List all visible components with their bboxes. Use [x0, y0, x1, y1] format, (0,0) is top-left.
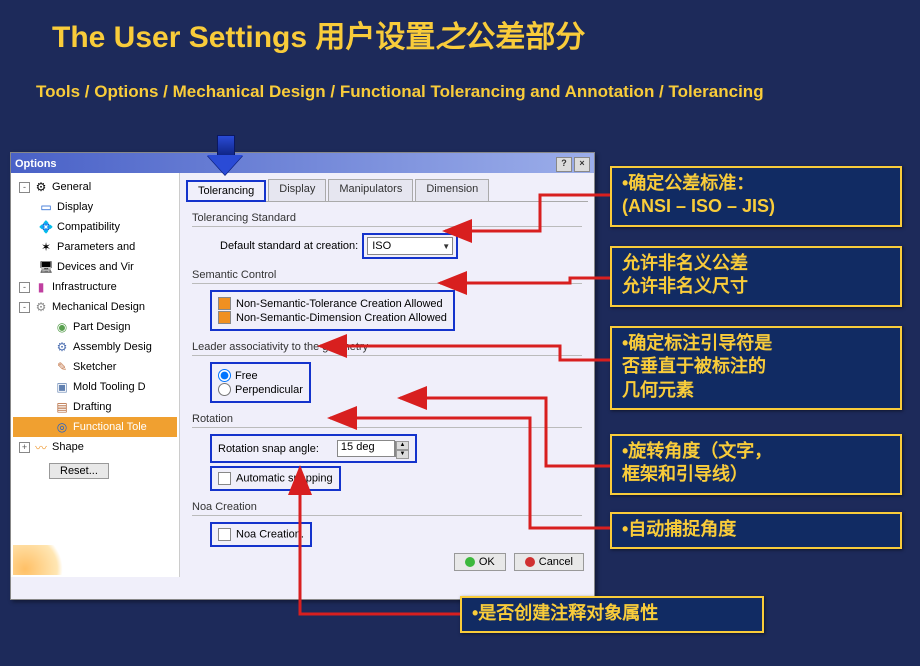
reset-button[interactable]: Reset... — [49, 463, 109, 479]
ok-icon — [465, 557, 475, 567]
tree-display[interactable]: Display — [57, 201, 93, 213]
tree-compatibility[interactable]: Compatibility — [57, 221, 120, 233]
title-en: The User Settings — [52, 21, 315, 54]
help-button[interactable]: ? — [556, 157, 572, 172]
rot-auto: Automatic snapping — [236, 472, 333, 484]
title-cn-italic: 之 — [435, 21, 465, 54]
std-highlight: ISO ▼ — [362, 233, 458, 259]
checkbox-noa[interactable] — [218, 528, 231, 541]
decoration-icon — [13, 545, 73, 575]
tree-mold[interactable]: Mold Tooling D — [73, 381, 146, 393]
tab-tolerancing[interactable]: Tolerancing — [186, 180, 266, 202]
leader-free: Free — [235, 370, 258, 382]
titlebar[interactable]: Options ? × — [11, 153, 594, 173]
assembly-icon: ⚙ — [55, 340, 69, 354]
sketcher-icon: ✎ — [55, 360, 69, 374]
expand-icon[interactable]: - — [19, 302, 30, 313]
sem-tol-label: Non-Semantic-Tolerance Creation Allowed — [236, 298, 443, 310]
note-rotation: •旋转角度（文字， 框架和引导线） — [610, 434, 902, 495]
note-semantic: 允许非名义公差 允许非名义尺寸 — [610, 246, 902, 307]
devices-icon: 🖥 — [39, 260, 53, 274]
tree-devices[interactable]: Devices and Vir — [57, 261, 134, 273]
tab-display[interactable]: Display — [268, 179, 326, 201]
mold-icon: ▣ — [55, 380, 69, 394]
gear-icon: ⚙ — [34, 180, 48, 194]
title-cn-1: 用户设置 — [315, 21, 435, 54]
compat-icon: 💠 — [39, 220, 53, 234]
rot-spinner[interactable]: ▲▼ — [395, 441, 409, 457]
tab-manipulators[interactable]: Manipulators — [328, 179, 413, 201]
display-icon: ▭ — [39, 200, 53, 214]
sem-dim-label: Non-Semantic-Dimension Creation Allowed — [236, 312, 447, 324]
group-noa: Noa Creation — [192, 501, 582, 513]
checkbox-sem-tol[interactable] — [218, 297, 231, 310]
slide-title: The User Settings 用户设置之公差部分 — [0, 0, 920, 56]
breadcrumb-path: Tools / Options / Mechanical Design / Fu… — [0, 56, 920, 102]
checkbox-sem-dim[interactable] — [218, 311, 231, 324]
infra-icon: ▮ — [34, 280, 48, 294]
leader-perp: Perpendicular — [235, 384, 303, 396]
expand-icon[interactable]: - — [19, 182, 30, 193]
tree-general[interactable]: General — [52, 181, 91, 193]
checkbox-autosnap[interactable] — [218, 472, 231, 485]
note-noa: •是否创建注释对象属性 — [460, 596, 764, 633]
options-tree[interactable]: -⚙General ▭Display 💠Compatibility ✶Param… — [11, 173, 180, 577]
param-icon: ✶ — [39, 240, 53, 254]
tree-drafting[interactable]: Drafting — [73, 401, 112, 413]
std-label: Default standard at creation: — [220, 240, 358, 252]
collapse-icon[interactable]: + — [19, 442, 30, 453]
rot-value[interactable]: 15 deg — [337, 440, 395, 457]
tree-sketcher[interactable]: Sketcher — [73, 361, 116, 373]
chevron-down-icon: ▼ — [442, 242, 450, 251]
tree-fta[interactable]: Functional Tole — [73, 421, 147, 433]
radio-perpendicular[interactable] — [218, 383, 231, 396]
tree-assembly[interactable]: Assembly Desig — [73, 341, 152, 353]
tree-infrastructure[interactable]: Infrastructure — [52, 281, 117, 293]
std-value: ISO — [372, 240, 391, 252]
tolerancing-panel: Tolerancing Display Manipulators Dimensi… — [180, 173, 594, 577]
radio-free[interactable] — [218, 369, 231, 382]
group-semantic: Semantic Control — [192, 269, 582, 281]
note-standard: •确定公差标准： (ANSI – ISO – JIS) — [610, 166, 902, 227]
partdesign-icon: ◉ — [55, 320, 69, 334]
std-select[interactable]: ISO ▼ — [367, 237, 453, 255]
close-button[interactable]: × — [574, 157, 590, 172]
group-rotation: Rotation — [192, 413, 582, 425]
tree-parameters[interactable]: Parameters and — [57, 241, 135, 253]
dialog-title: Options — [15, 158, 57, 170]
fta-icon: ◎ — [55, 420, 69, 434]
cancel-button[interactable]: Cancel — [514, 553, 584, 571]
expand-icon[interactable]: - — [19, 282, 30, 293]
tree-shape[interactable]: Shape — [52, 441, 84, 453]
note-autosnap: •自动捕捉角度 — [610, 512, 902, 549]
cancel-icon — [525, 557, 535, 567]
ok-button[interactable]: OK — [454, 553, 506, 571]
group-leader: Leader associativity to the geometry — [192, 341, 582, 353]
rot-label: Rotation snap angle: — [218, 443, 319, 455]
note-leader: •确定标注引导符是 否垂直于被标注的 几何元素 — [610, 326, 902, 410]
title-cn-2: 公差部分 — [465, 21, 585, 54]
tab-dimension[interactable]: Dimension — [415, 179, 489, 201]
noa-label: Noa Creation. — [236, 528, 304, 540]
tree-mechdesign[interactable]: Mechanical Design — [52, 301, 145, 313]
shape-icon: 〰 — [34, 440, 48, 454]
options-dialog: Options ? × -⚙General ▭Display 💠Compatib… — [10, 152, 595, 600]
tree-partdesign[interactable]: Part Design — [73, 321, 130, 333]
group-tolerancing-standard: Tolerancing Standard — [192, 212, 582, 224]
mechdesign-icon: ⚙ — [34, 300, 48, 314]
drafting-icon: ▤ — [55, 400, 69, 414]
